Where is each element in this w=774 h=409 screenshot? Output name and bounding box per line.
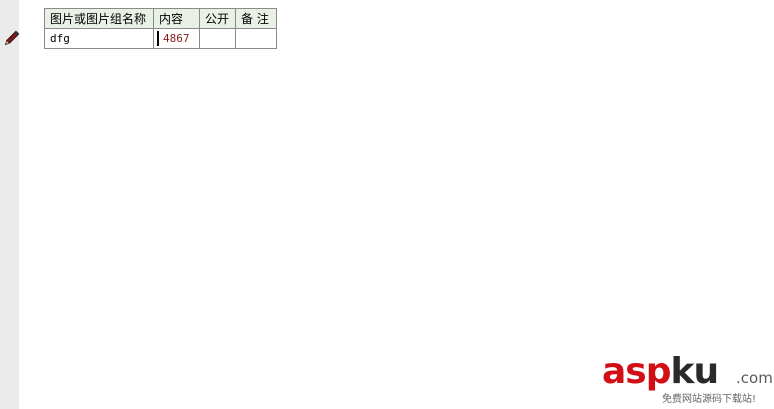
table-header-row: 图片或图片组名称 内容 公开 备 注 bbox=[44, 8, 277, 29]
cell-name[interactable]: dfg bbox=[44, 28, 154, 49]
cell-public[interactable] bbox=[199, 28, 236, 49]
column-header-name: 图片或图片组名称 bbox=[44, 8, 154, 29]
column-header-public: 公开 bbox=[199, 8, 236, 29]
site-watermark: aspku .com 免费网站源码下载站! bbox=[602, 351, 773, 406]
image-content-table: 图片或图片组名称 内容 公开 备 注 dfg 4867 bbox=[44, 8, 277, 49]
left-gutter bbox=[0, 0, 19, 409]
table-row: dfg 4867 bbox=[44, 28, 277, 49]
watermark-brand-red: asp bbox=[602, 351, 671, 392]
column-header-content: 内容 bbox=[153, 8, 200, 29]
column-header-notes: 备 注 bbox=[235, 8, 277, 29]
watermark-logo: aspku bbox=[602, 351, 720, 392]
pencil-icon[interactable] bbox=[2, 30, 20, 48]
watermark-brand-dark: ku bbox=[670, 351, 720, 392]
cell-content-value: 4867 bbox=[163, 32, 190, 45]
cell-notes[interactable] bbox=[235, 28, 277, 49]
watermark-subtitle: 免费网站源码下载站! bbox=[662, 394, 757, 405]
text-caret bbox=[157, 31, 159, 46]
cell-content[interactable]: 4867 bbox=[153, 28, 200, 49]
watermark-domain-suffix: .com bbox=[736, 369, 773, 387]
